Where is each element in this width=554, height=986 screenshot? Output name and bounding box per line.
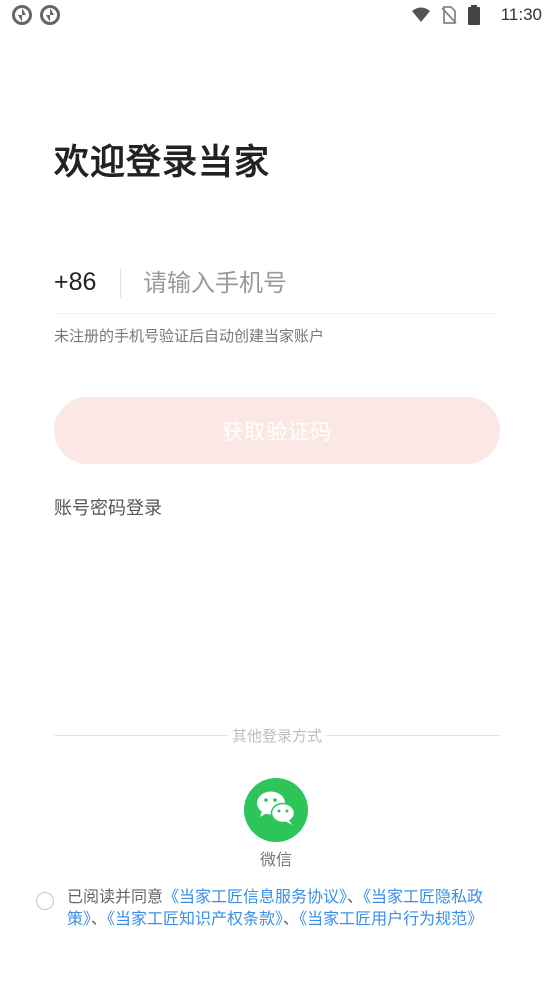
status-bar: 11:30 — [0, 0, 554, 30]
other-login-label: 其他登录方式 — [232, 726, 323, 745]
divider-line — [326, 734, 501, 736]
sync-icon — [12, 5, 32, 25]
separator: 、 — [283, 909, 300, 928]
user-conduct-link[interactable]: 《当家工匠用户行为规范》 — [299, 909, 483, 928]
wechat-login-button[interactable] — [244, 778, 308, 842]
service-agreement-link[interactable]: 《当家工匠信息服务协议》 — [163, 887, 347, 906]
ip-terms-link[interactable]: 《当家工匠知识产权条款》 — [107, 909, 283, 928]
status-left — [12, 5, 60, 25]
wechat-icon — [254, 788, 298, 832]
wechat-label: 微信 — [259, 850, 292, 869]
phone-input-row: +86 — [54, 252, 496, 314]
country-code-divider — [120, 267, 121, 298]
register-hint: 未注册的手机号验证后自动创建当家账户 — [54, 327, 325, 345]
divider-line — [54, 734, 228, 736]
wifi-icon — [411, 5, 431, 25]
get-verification-code-button[interactable]: 获取验证码 — [54, 397, 500, 464]
sync-icon — [40, 5, 60, 25]
login-page: 11:30 欢迎登录当家 +86 未注册的手机号验证后自动创建当家账户 获取验证… — [0, 0, 554, 986]
phone-number-input[interactable] — [143, 262, 443, 303]
status-time: 11:30 — [500, 5, 542, 24]
battery-icon — [467, 5, 487, 25]
separator: 、 — [347, 887, 364, 906]
status-right: 11:30 — [411, 5, 542, 25]
agreement-prefix: 已阅读并同意 — [67, 887, 164, 906]
no-sim-icon — [439, 5, 459, 25]
agreement-text: 已阅读并同意《当家工匠信息服务协议》、《当家工匠隐私政策》、《当家工匠知识产权条… — [67, 886, 507, 930]
page-title: 欢迎登录当家 — [54, 143, 271, 183]
separator: 、 — [91, 909, 108, 928]
password-login-link[interactable]: 账号密码登录 — [54, 494, 162, 520]
other-login-divider: 其他登录方式 — [54, 724, 501, 746]
agreement-checkbox[interactable] — [36, 892, 54, 910]
country-code[interactable]: +86 — [54, 268, 120, 297]
